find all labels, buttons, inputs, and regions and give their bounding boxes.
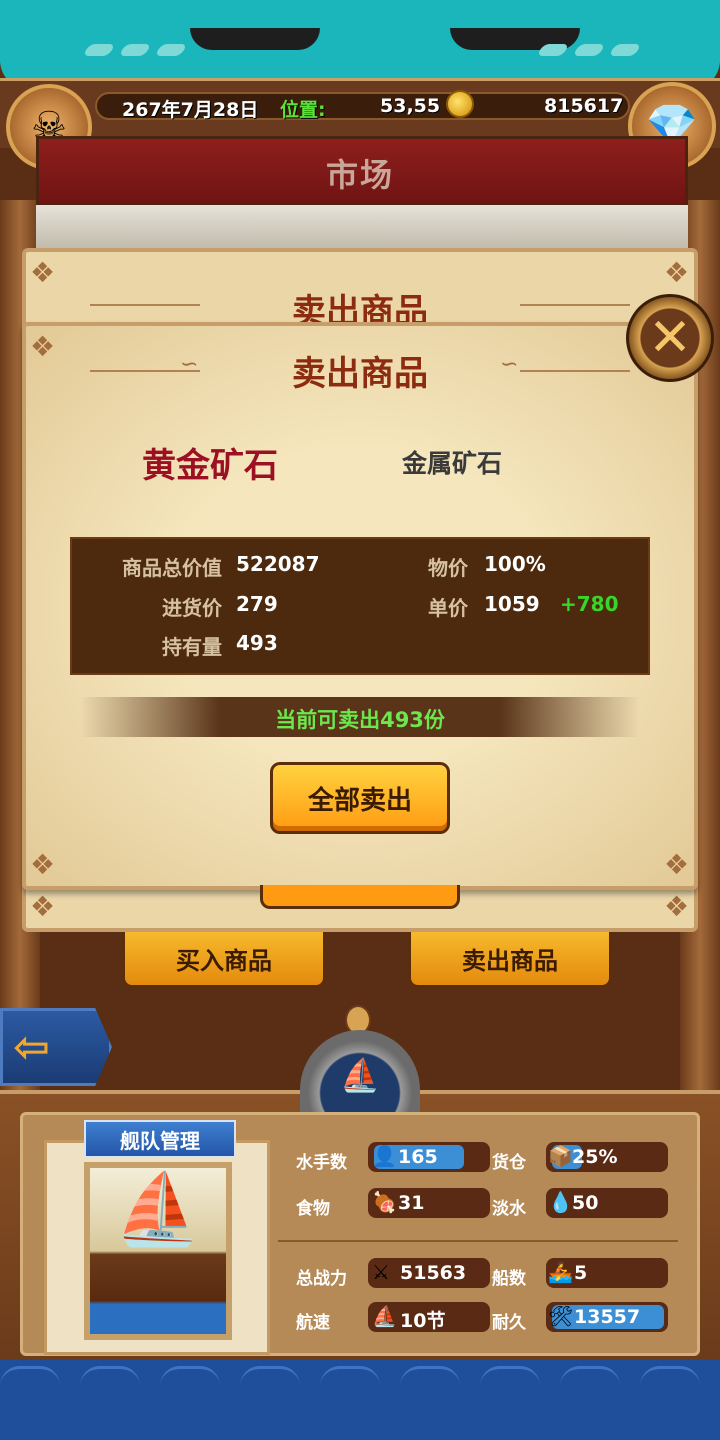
food-value: 31: [398, 1192, 425, 1214]
unit-price-label: 单价: [428, 596, 468, 620]
back-arrow-icon: ⇦: [13, 1021, 50, 1073]
mask-stripe: [118, 44, 152, 56]
top-decoration: [0, 0, 720, 90]
sell-goods-button[interactable]: 卖出商品: [408, 932, 612, 988]
water-value: 50: [572, 1192, 599, 1214]
mask-eye-left: [190, 28, 320, 50]
corner-ornament-icon: ❖: [30, 890, 56, 923]
wave: [240, 1366, 300, 1386]
speed-value: 10节: [400, 1310, 446, 1332]
fleet-management-label: 舰队管理: [120, 1128, 200, 1153]
speed-label: 航速: [296, 1313, 330, 1333]
mask-stripe: [572, 44, 606, 56]
ships-value: 5: [574, 1262, 588, 1284]
fleet-management-banner[interactable]: 舰队管理: [84, 1120, 236, 1158]
wave: [80, 1366, 140, 1386]
holding-value: 493: [236, 631, 278, 655]
ship-image[interactable]: ⛵: [84, 1162, 232, 1340]
boat-icon: 🚣: [548, 1260, 573, 1284]
close-button[interactable]: ✕: [626, 294, 714, 382]
gold-amount: 815617: [544, 95, 624, 117]
unit-price: 1059: [484, 592, 540, 616]
ships-label: 船数: [492, 1269, 526, 1289]
wave: [320, 1366, 380, 1386]
sailing-ship-icon: ⛵: [372, 1304, 397, 1328]
sell-all-button[interactable]: 全部卖出: [270, 762, 450, 834]
mask-stripe: [608, 44, 642, 56]
buy-goods-button[interactable]: 买入商品: [122, 932, 326, 988]
mask-stripe: [154, 44, 188, 56]
wave: [400, 1366, 460, 1386]
sellable-text: 当前可卖出493份: [275, 708, 445, 732]
crossed-swords-icon: ⚔: [372, 1260, 390, 1284]
page-title: 市场: [325, 156, 394, 194]
power-label: 总战力: [296, 1269, 347, 1289]
wave: [640, 1366, 700, 1386]
close-icon: ✕: [648, 308, 692, 368]
power-value: 51563: [400, 1262, 467, 1284]
price-index-label: 物价: [428, 556, 468, 580]
sailors-label: 水手数: [296, 1153, 347, 1173]
corner-ornament-icon: ❖: [30, 848, 56, 881]
corner-ornament-icon: ❖: [664, 890, 690, 923]
purchase-price: 279: [236, 592, 278, 616]
sell-dialog-title: 卖出商品: [292, 354, 428, 394]
total-value: 522087: [236, 552, 320, 576]
wave: [0, 1366, 60, 1386]
ship-wheel-button[interactable]: ⛵: [300, 1030, 420, 1120]
boat-icon: ⛵: [340, 1056, 380, 1094]
corner-ornament-icon: ❖: [664, 848, 690, 881]
repair-ship-icon: 🛠: [548, 1304, 574, 1328]
goods-type: 金属矿石: [402, 449, 503, 478]
water-label: 淡水: [492, 1199, 526, 1219]
crate-icon: 📦: [548, 1144, 573, 1168]
profit-value: +780: [560, 592, 619, 616]
gold-coin-icon: [446, 90, 474, 118]
position-value: 53,55: [380, 95, 441, 117]
total-value-label: 商品总价值: [122, 556, 222, 580]
back-button[interactable]: ⇦: [0, 1008, 112, 1086]
wave: [560, 1366, 620, 1386]
meat-icon: 🍖: [372, 1190, 397, 1214]
durability-value: 13557: [574, 1306, 641, 1328]
purchase-price-label: 进货价: [162, 596, 222, 620]
mask-stripe: [82, 44, 116, 56]
food-label: 食物: [296, 1199, 330, 1219]
sailors-value: 165: [398, 1146, 438, 1168]
obscured-button: [260, 885, 460, 909]
wave: [480, 1366, 540, 1386]
goods-name: 黄金矿石: [142, 446, 278, 486]
durability-label: 耐久: [492, 1313, 526, 1333]
cargo-label: 货仓: [492, 1153, 526, 1173]
position-label: 位置:: [280, 99, 326, 121]
cargo-value: 25%: [572, 1146, 618, 1168]
water-barrel-icon: 💧: [548, 1190, 573, 1214]
divider: [278, 1240, 678, 1242]
game-date: 267年7月28日: [122, 99, 259, 121]
price-index: 100%: [484, 552, 546, 576]
sailor-icon: 👤: [372, 1144, 397, 1168]
holding-label: 持有量: [162, 635, 222, 659]
wave: [160, 1366, 220, 1386]
